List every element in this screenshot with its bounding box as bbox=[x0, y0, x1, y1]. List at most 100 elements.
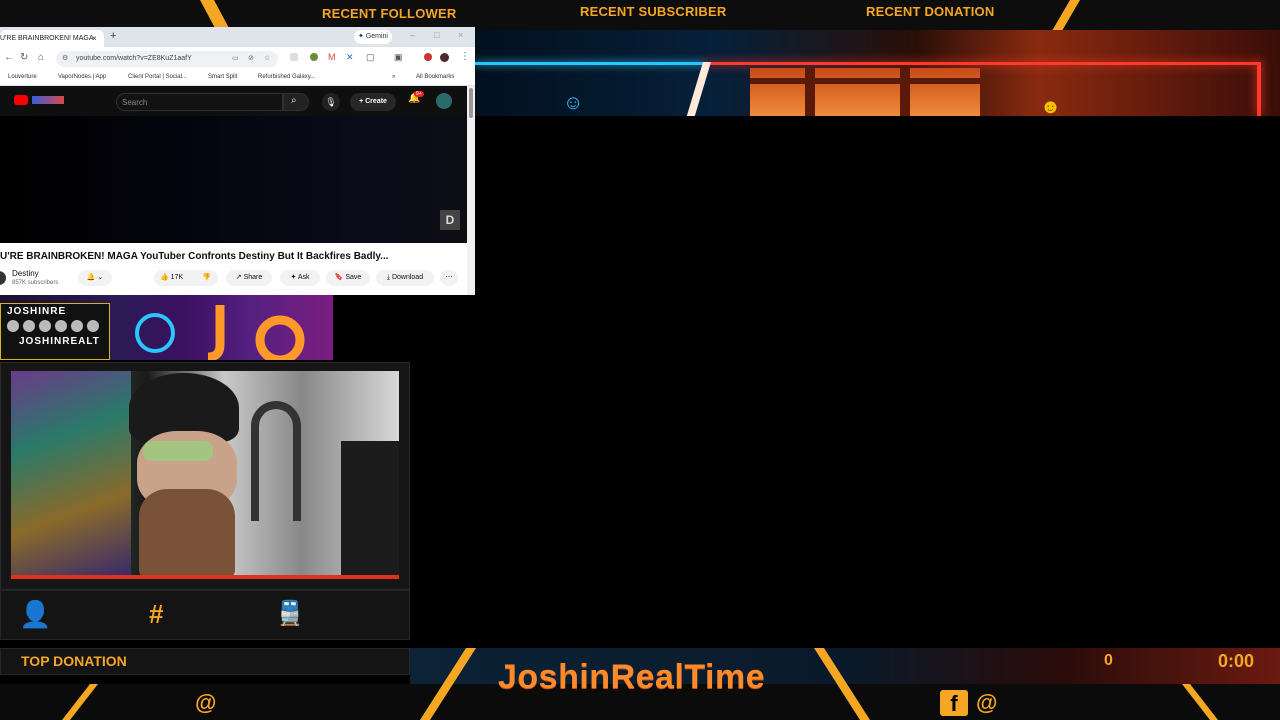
extension-icon[interactable] bbox=[290, 53, 298, 61]
url-text: youtube.com/watch?v=ZE8KuZ1aafY bbox=[76, 55, 192, 62]
donation-count: 0 bbox=[1104, 652, 1113, 669]
youtube-search-input[interactable]: Search bbox=[116, 93, 283, 111]
neon-slash bbox=[686, 62, 711, 116]
channel-avatar[interactable] bbox=[0, 271, 6, 285]
stream-timer: 0:00 bbox=[1218, 651, 1255, 671]
more-actions-button[interactable]: ⋯ bbox=[440, 270, 458, 286]
extension-red-icon[interactable] bbox=[424, 53, 432, 61]
close-window-button[interactable]: × bbox=[458, 30, 463, 40]
stats-bar: 👤 # 🚆 bbox=[0, 590, 410, 640]
promo-line-1: JOSHINRE bbox=[7, 306, 67, 317]
site-info-icon[interactable]: ⚙ bbox=[62, 51, 68, 67]
webcam-glasses bbox=[143, 441, 213, 461]
recent-subscriber-label: RECENT SUBSCRIBER bbox=[580, 4, 727, 19]
bookmark-smart-split[interactable]: Smart Split bbox=[208, 74, 237, 80]
extension-green-icon[interactable] bbox=[310, 53, 318, 61]
all-bookmarks[interactable]: All Bookmarks bbox=[416, 74, 454, 80]
browser-tab-active[interactable]: U'RE BRAINBROKEN! MAGA × bbox=[0, 30, 104, 47]
bottom-accent-slash-3 bbox=[62, 684, 98, 720]
bottom-accent-slash-4 bbox=[1182, 684, 1218, 720]
webcam-headphones bbox=[251, 401, 301, 521]
youtube-logo-icon[interactable] bbox=[14, 95, 28, 105]
promo-card: JOSHINRE JOSHINREALT bbox=[0, 303, 110, 360]
search-icon: ⌕ bbox=[291, 95, 297, 106]
back-arrow-icon[interactable]: ← bbox=[4, 52, 14, 63]
social-handle-right: @ bbox=[976, 690, 998, 715]
facebook-icon: f bbox=[940, 690, 968, 716]
top-donation-label: TOP DONATION bbox=[21, 653, 127, 669]
browser-window: U'RE BRAINBROKEN! MAGA × + ✦ Gemini – □ … bbox=[0, 27, 475, 295]
home-icon[interactable]: ⌂ bbox=[38, 52, 44, 63]
menu-dots-icon[interactable]: ⋮ bbox=[460, 51, 470, 62]
neon-banner: ☺ ☻ bbox=[475, 30, 1280, 116]
like-button[interactable]: 👍 17K bbox=[160, 270, 183, 286]
user-icon: 👤 bbox=[19, 599, 52, 629]
browser-toolbar: ← ↻ ⌂ ⚙ youtube.com/watch?v=ZE8KuZ1aafY … bbox=[0, 47, 475, 71]
bookmarks-overflow-icon[interactable]: » bbox=[392, 74, 395, 80]
microphone-icon[interactable]: 🎙 bbox=[322, 93, 340, 111]
overlay-top-bar: RECENT FOLLOWER RECENT SUBSCRIBER RECENT… bbox=[0, 0, 1280, 48]
youtube-search-button[interactable]: ⌕ bbox=[283, 93, 309, 111]
download-button[interactable]: ⤓ Download bbox=[376, 270, 434, 286]
create-button[interactable]: + Create bbox=[350, 93, 396, 111]
notification-count-badge: 9+ bbox=[414, 91, 424, 97]
dislike-button[interactable]: 👎 bbox=[202, 270, 211, 286]
neon-window bbox=[750, 68, 980, 116]
gmail-icon[interactable]: M bbox=[328, 52, 336, 62]
subscribe-bell-button[interactable]: 🔔 ⌄ bbox=[78, 270, 112, 286]
reload-icon[interactable]: ↻ bbox=[20, 52, 28, 63]
channel-name[interactable]: Destiny bbox=[12, 269, 39, 278]
promo-neon-art bbox=[135, 305, 305, 360]
tab-close-icon[interactable]: × bbox=[92, 30, 97, 47]
hashtag-icon: # bbox=[149, 599, 164, 629]
promo-faces bbox=[7, 320, 105, 334]
neon-smiley-icon: ☻ bbox=[1040, 96, 1062, 116]
browser-scrollbar[interactable] bbox=[467, 86, 475, 295]
video-title: U'RE BRAINBROKEN! MAGA YouTuber Confront… bbox=[0, 251, 389, 262]
bottom-accent-slash-2 bbox=[814, 648, 870, 720]
share-button[interactable]: ↗ Share bbox=[226, 270, 272, 286]
extension-blue-icon[interactable]: ✕ bbox=[346, 52, 354, 63]
social-handle-left: @ bbox=[195, 690, 217, 715]
extensions-puzzle-icon[interactable]: ▢ bbox=[366, 52, 375, 63]
side-panel-icon[interactable]: ▣ bbox=[394, 52, 403, 63]
webcam-feed bbox=[11, 371, 399, 579]
bookmark-vapornodes[interactable]: VaporNodes | App bbox=[58, 74, 106, 80]
top-donation-box: TOP DONATION bbox=[0, 648, 410, 675]
bookmarks-bar: Louverture VaporNodes | App Client Porta… bbox=[0, 71, 475, 86]
save-button[interactable]: 🔖 Save bbox=[326, 270, 370, 286]
bookmark-refurbished-galaxy[interactable]: Refurbished Galaxy... bbox=[258, 74, 315, 80]
recent-donation-label: RECENT DONATION bbox=[866, 4, 995, 19]
cast-icon[interactable]: ▭ bbox=[232, 51, 239, 67]
webcam-beard bbox=[139, 489, 235, 575]
bookmark-louverture[interactable]: Louverture bbox=[8, 74, 37, 80]
browser-tab-bar: U'RE BRAINBROKEN! MAGA × + ✦ Gemini – □ … bbox=[0, 27, 475, 47]
channel-promo-tile: JOSHINRE JOSHINREALT bbox=[0, 295, 333, 360]
like-dislike-group: 👍 17K 👎 bbox=[154, 270, 218, 286]
promo-line-2: JOSHINREALT bbox=[19, 336, 100, 347]
neon-robot-icon: ☺ bbox=[563, 92, 584, 114]
bookmark-client-portal[interactable]: Client Portal | Social... bbox=[128, 74, 187, 80]
eye-off-icon[interactable]: ⊘ bbox=[248, 51, 254, 67]
video-info: U'RE BRAINBROKEN! MAGA YouTuber Confront… bbox=[0, 243, 475, 295]
star-icon[interactable]: ☆ bbox=[264, 51, 270, 67]
channel-watermark-icon[interactable]: D bbox=[440, 210, 460, 230]
webcam-door bbox=[341, 441, 399, 575]
youtube-logo-doodle[interactable] bbox=[32, 96, 64, 104]
channel-name-title: JoshinRealTime bbox=[498, 658, 766, 696]
address-bar[interactable]: ⚙ youtube.com/watch?v=ZE8KuZ1aafY ▭ ⊘ ☆ bbox=[56, 51, 278, 67]
maximize-button[interactable]: □ bbox=[434, 30, 439, 40]
new-tab-button[interactable]: + bbox=[110, 30, 116, 42]
youtube-account-avatar[interactable] bbox=[436, 93, 452, 109]
profile-avatar[interactable] bbox=[440, 53, 449, 62]
ask-button[interactable]: ✦ Ask bbox=[280, 270, 320, 286]
youtube-header: Search ⌕ 🎙 + Create 🔔 9+ bbox=[0, 86, 467, 116]
subscriber-count: 857K subscribers bbox=[12, 280, 59, 286]
gemini-button[interactable]: ✦ Gemini bbox=[354, 30, 392, 44]
webcam-tapestry bbox=[11, 371, 131, 575]
youtube-video-player[interactable]: D bbox=[0, 116, 467, 243]
minimize-button[interactable]: – bbox=[410, 30, 415, 40]
bottom-accent-slash-1 bbox=[420, 648, 476, 720]
recent-follower-label: RECENT FOLLOWER bbox=[322, 6, 457, 21]
tab-title: U'RE BRAINBROKEN! MAGA bbox=[0, 35, 94, 42]
